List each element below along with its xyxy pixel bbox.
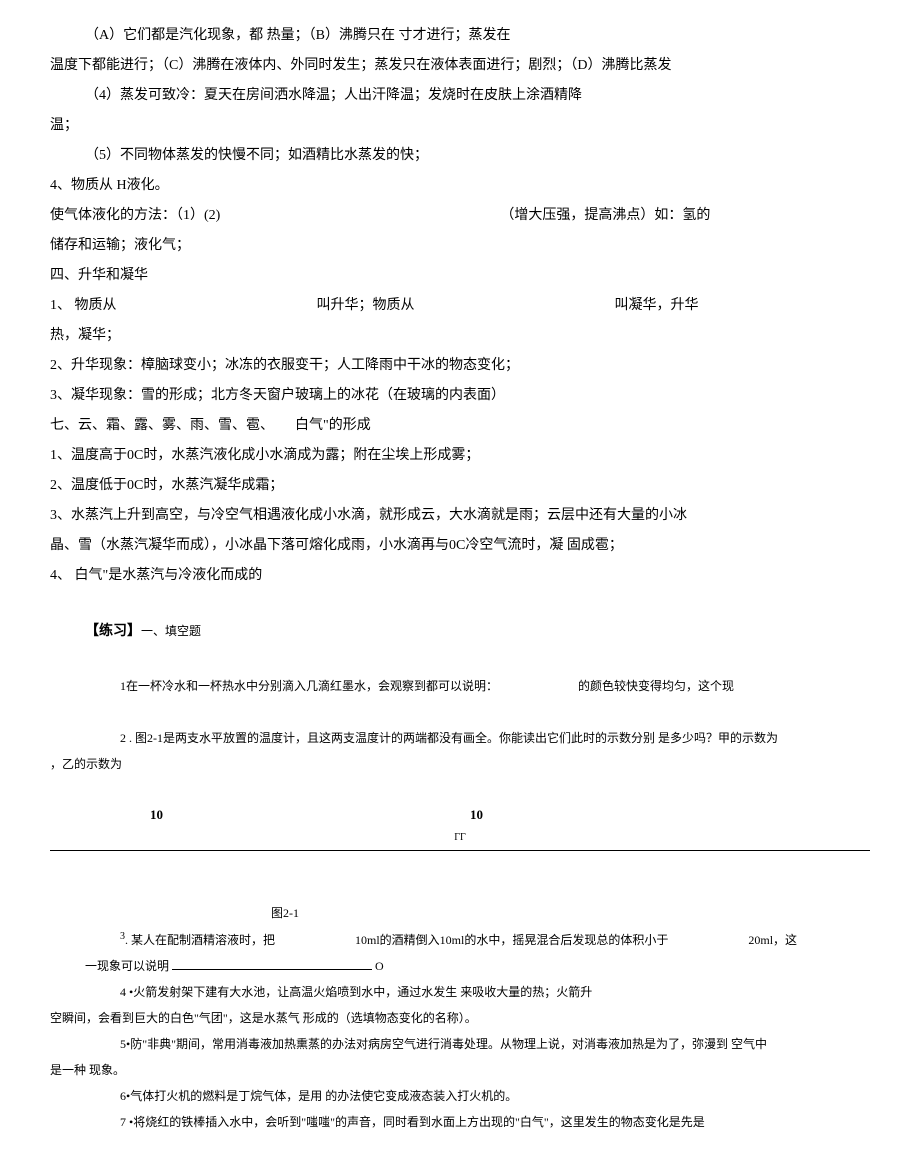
content-line: （4）蒸发可致冷：夏天在房间洒水降温；人出汗降温；发烧时在皮肤上涂酒精降 [50, 82, 870, 110]
figure-marks: ГГ [50, 828, 870, 848]
content-line: 3、水蒸汽上升到高空，与冷空气相遇液化成小水滴，就形成云，大水滴就是雨；云层中还… [50, 502, 870, 530]
question-3: 3. 某人在配制酒精溶液时，把10ml的酒精倒入10ml的水中，摇晃混合后发现总… [50, 927, 870, 952]
question-3-cont: 一现象可以说明 O [50, 954, 870, 978]
question-7: 7 •将烧红的铁棒插入水中，会听到"嗤嗤"的声音，同时看到水面上方出现的"白气"… [50, 1110, 870, 1134]
question-4: 4 •火箭发射架下建有大水池，让高温火焰喷到水中，通过水发生 来吸收大量的热；火… [50, 980, 870, 1004]
text-segment: （增大压强，提高沸点）如：氢的 [500, 208, 710, 223]
question-1: 1在一杯冷水和一杯热水中分别滴入几滴红墨水，会观察到都可以说明： 的颜色较快变得均… [50, 674, 870, 698]
figure-caption: 图2-1 [50, 901, 870, 925]
section-heading: 四、升华和凝华 [50, 262, 870, 290]
content-line: 2、升华现象：樟脑球变小；冰冻的衣服变干；人工降雨中干冰的物态变化； [50, 352, 870, 380]
exercise-label: 【练习】 [85, 624, 141, 639]
text-segment: 20ml，这 [748, 933, 797, 947]
content-line: 1、 物质从 叫升华；物质从 叫凝华，升华 [50, 292, 870, 320]
question-5: 5•防"非典"期间，常用消毒液加热熏蒸的办法对病房空气进行消毒处理。从物理上说，… [50, 1032, 870, 1056]
content-line: 4、物质从 H液化。 [50, 172, 870, 200]
text-segment: 叫凝华，升华 [615, 298, 699, 313]
content-line: 使气体液化的方法：（1）(2) （增大压强，提高沸点）如：氢的 [50, 202, 870, 230]
text-segment: O [375, 959, 384, 973]
content-line: 4、 白气"是水蒸汽与冷液化而成的 [50, 562, 870, 590]
content-line: 晶、雪（水蒸汽凝华而成），小冰晶下落可熔化成雨，小水滴再与0C冷空气流时，凝 固… [50, 532, 870, 560]
content-line: （5）不同物体蒸发的快慢不同；如酒精比水蒸发的快； [50, 142, 870, 170]
figure-scale-row: 10 10 [50, 802, 870, 828]
section-heading: 七、云、霜、露、雾、雨、雪、雹、 白气"的形成 [50, 412, 870, 440]
question-2: 2 . 图2-1是两支水平放置的温度计，且这两支温度计的两端都没有画全。你能读出… [50, 726, 870, 750]
content-line: （A）它们都是汽化现象，都 热量；（B）沸腾只在 寸才进行；蒸发在 [50, 22, 870, 50]
content-line: 1、温度高于0C时，水蒸汽液化成小水滴成为露；附在尘埃上形成雾； [50, 442, 870, 470]
exercise-type: 一、填空题 [141, 624, 201, 638]
scale-left: 10 [80, 802, 163, 828]
content-line: 2、温度低于0C时，水蒸汽凝华成霜； [50, 472, 870, 500]
question-4-cont: 空瞬间，会看到巨大的白色"气团"，这是水蒸气 形成的（选填物态变化的名称）。 [50, 1006, 870, 1030]
question-5-cont: 是一种 现象。 [50, 1058, 870, 1082]
figure-divider [50, 850, 870, 851]
content-line: 热，凝华； [50, 322, 870, 350]
exercise-heading: 【练习】一、填空题 [50, 618, 870, 646]
text-segment: 的颜色较快变得均匀，这个现 [578, 679, 734, 693]
text-segment: . 某人在配制酒精溶液时，把 [125, 933, 275, 947]
scale-right: 10 [163, 802, 840, 828]
text-segment: 1在一杯冷水和一杯热水中分别滴入几滴红墨水，会观察到都可以说明： [120, 679, 498, 693]
fill-blank [172, 957, 372, 970]
text-segment: 10ml的酒精倒入10ml的水中，摇晃混合后发现总的体积小于 [355, 933, 668, 947]
text-segment: 1、 物质从 [50, 298, 117, 313]
text-segment: 使气体液化的方法：（1）(2) [50, 208, 220, 223]
question-6: 6•气体打火机的燃料是丁烷气体，是用 的办法使它变成液态装入打火机的。 [50, 1084, 870, 1108]
content-line: 温度下都能进行；（C）沸腾在液体内、外同时发生；蒸发只在液体表面进行；剧烈；（D… [50, 52, 870, 80]
content-line: 3、凝华现象：雪的形成；北方冬天窗户玻璃上的冰花（在玻璃的内表面） [50, 382, 870, 410]
text-segment: 一现象可以说明 [85, 959, 169, 973]
text-segment: 叫升华；物质从 [317, 298, 415, 313]
content-line: 温； [50, 112, 870, 140]
question-2-cont: ，乙的示数为 [50, 752, 870, 776]
content-line: 储存和运输；液化气； [50, 232, 870, 260]
